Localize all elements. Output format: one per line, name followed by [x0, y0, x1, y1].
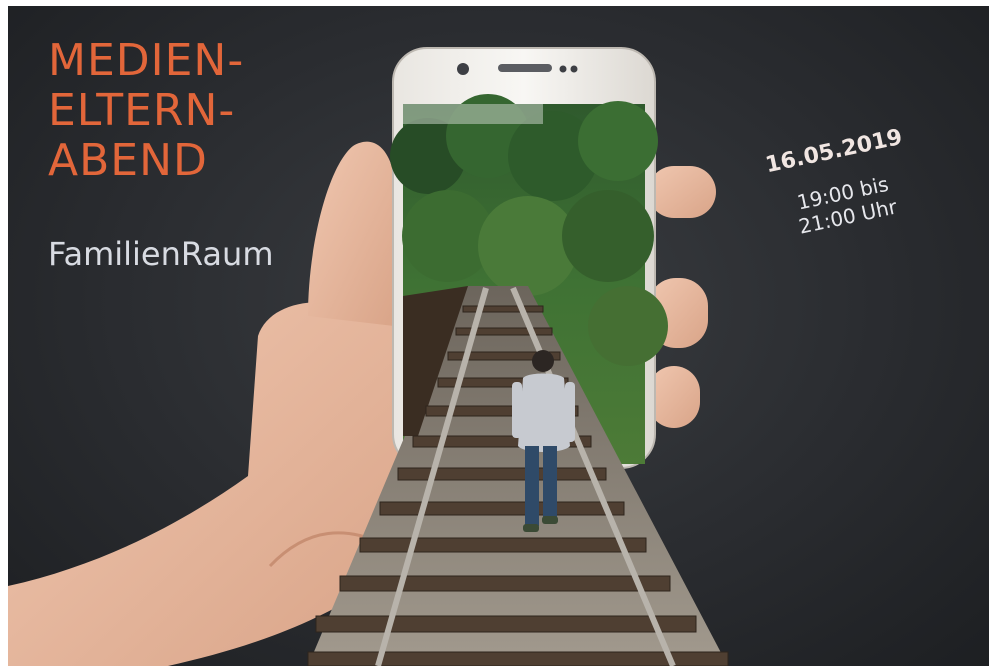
event-poster: MEDIEN- ELTERN- ABEND FamilienRaum 16.05… — [8, 6, 989, 666]
title-line: ABEND — [48, 135, 208, 186]
title-line: ELTERN- — [48, 85, 236, 136]
poster-title: MEDIEN- ELTERN- ABEND — [48, 36, 244, 186]
title-line: MEDIEN- — [48, 35, 245, 86]
poster-subtitle: FamilienRaum — [48, 235, 274, 273]
